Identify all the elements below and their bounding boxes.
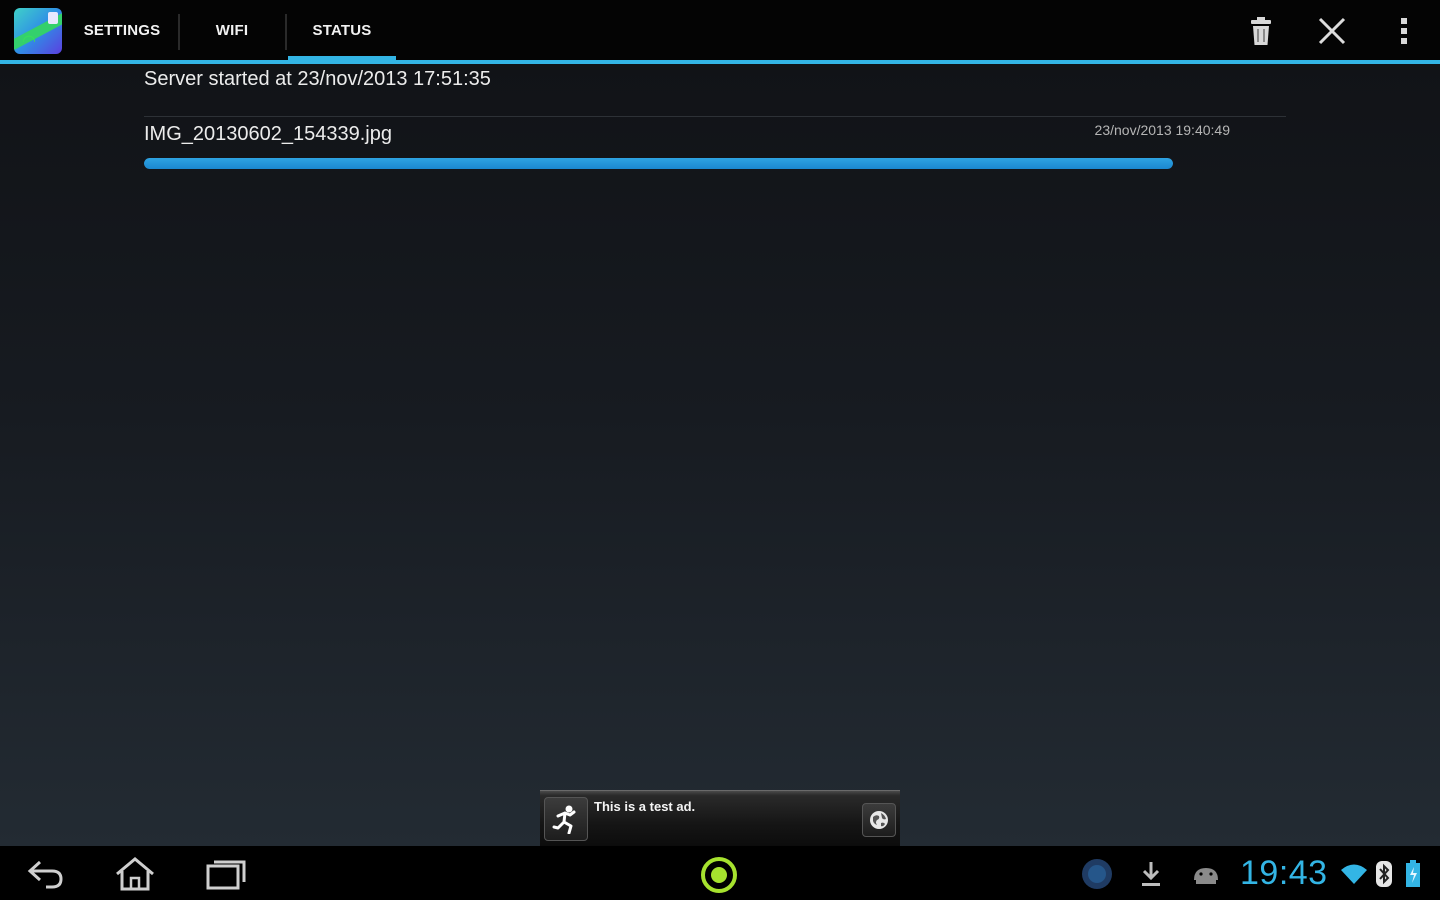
- record-ring-icon: [701, 857, 737, 893]
- back-icon: [27, 860, 63, 889]
- tab-status[interactable]: STATUS: [288, 0, 396, 60]
- tab-settings-label: SETTINGS: [83, 21, 161, 39]
- screen-recorder-button[interactable]: [699, 855, 739, 895]
- transfer-timestamp: 23/nov/2013 19:40:49: [1094, 122, 1230, 138]
- overflow-menu-icon: [1401, 18, 1407, 44]
- stop-server-button[interactable]: [1304, 8, 1360, 54]
- home-icon: [116, 857, 154, 891]
- list-divider: [144, 116, 1286, 117]
- battery-icon: [1402, 858, 1424, 890]
- ad-banner[interactable]: This is a test ad.: [540, 790, 900, 847]
- trash-icon: [1251, 17, 1271, 45]
- bluetooth-icon: [1373, 858, 1395, 890]
- circle-app-icon[interactable]: [1078, 858, 1116, 890]
- app-root: ◠ SETTINGS WIFI STATUS Server started at…: [0, 0, 1440, 900]
- status-panel: Server started at 23/nov/2013 17:51:35 I…: [0, 64, 1440, 846]
- overflow-menu-button[interactable]: [1378, 8, 1430, 54]
- tab-status-label: STATUS: [312, 21, 372, 39]
- back-button[interactable]: [16, 852, 76, 896]
- ad-runner-icon: [544, 797, 588, 841]
- ad-globe-icon[interactable]: [862, 803, 896, 837]
- action-bar: ◠ SETTINGS WIFI STATUS: [0, 0, 1440, 62]
- wifi-icon: [1338, 858, 1370, 890]
- recents-icon: [206, 860, 246, 890]
- tab-wifi[interactable]: WIFI: [180, 0, 284, 60]
- server-status-text: Server started at 23/nov/2013 17:51:35: [144, 68, 491, 90]
- android-icon[interactable]: [1188, 858, 1224, 890]
- recent-apps-button[interactable]: [196, 852, 256, 896]
- home-button[interactable]: [105, 852, 165, 896]
- app-logo-icon[interactable]: ◠: [14, 8, 62, 54]
- download-icon[interactable]: [1136, 858, 1166, 890]
- status-clock[interactable]: 19:43: [1240, 854, 1328, 893]
- system-nav-bar: 19:43: [0, 846, 1440, 900]
- ad-text: This is a test ad.: [594, 799, 696, 814]
- transfer-progress-fill: [144, 158, 1173, 169]
- tab-divider: [285, 14, 287, 50]
- close-icon: [1318, 17, 1346, 45]
- tab-wifi-label: WIFI: [215, 21, 249, 39]
- transfer-progress-bar: [144, 158, 1173, 169]
- tab-settings[interactable]: SETTINGS: [66, 0, 178, 60]
- transfer-file-name: IMG_20130602_154339.jpg: [144, 123, 392, 145]
- clear-button[interactable]: [1233, 8, 1289, 54]
